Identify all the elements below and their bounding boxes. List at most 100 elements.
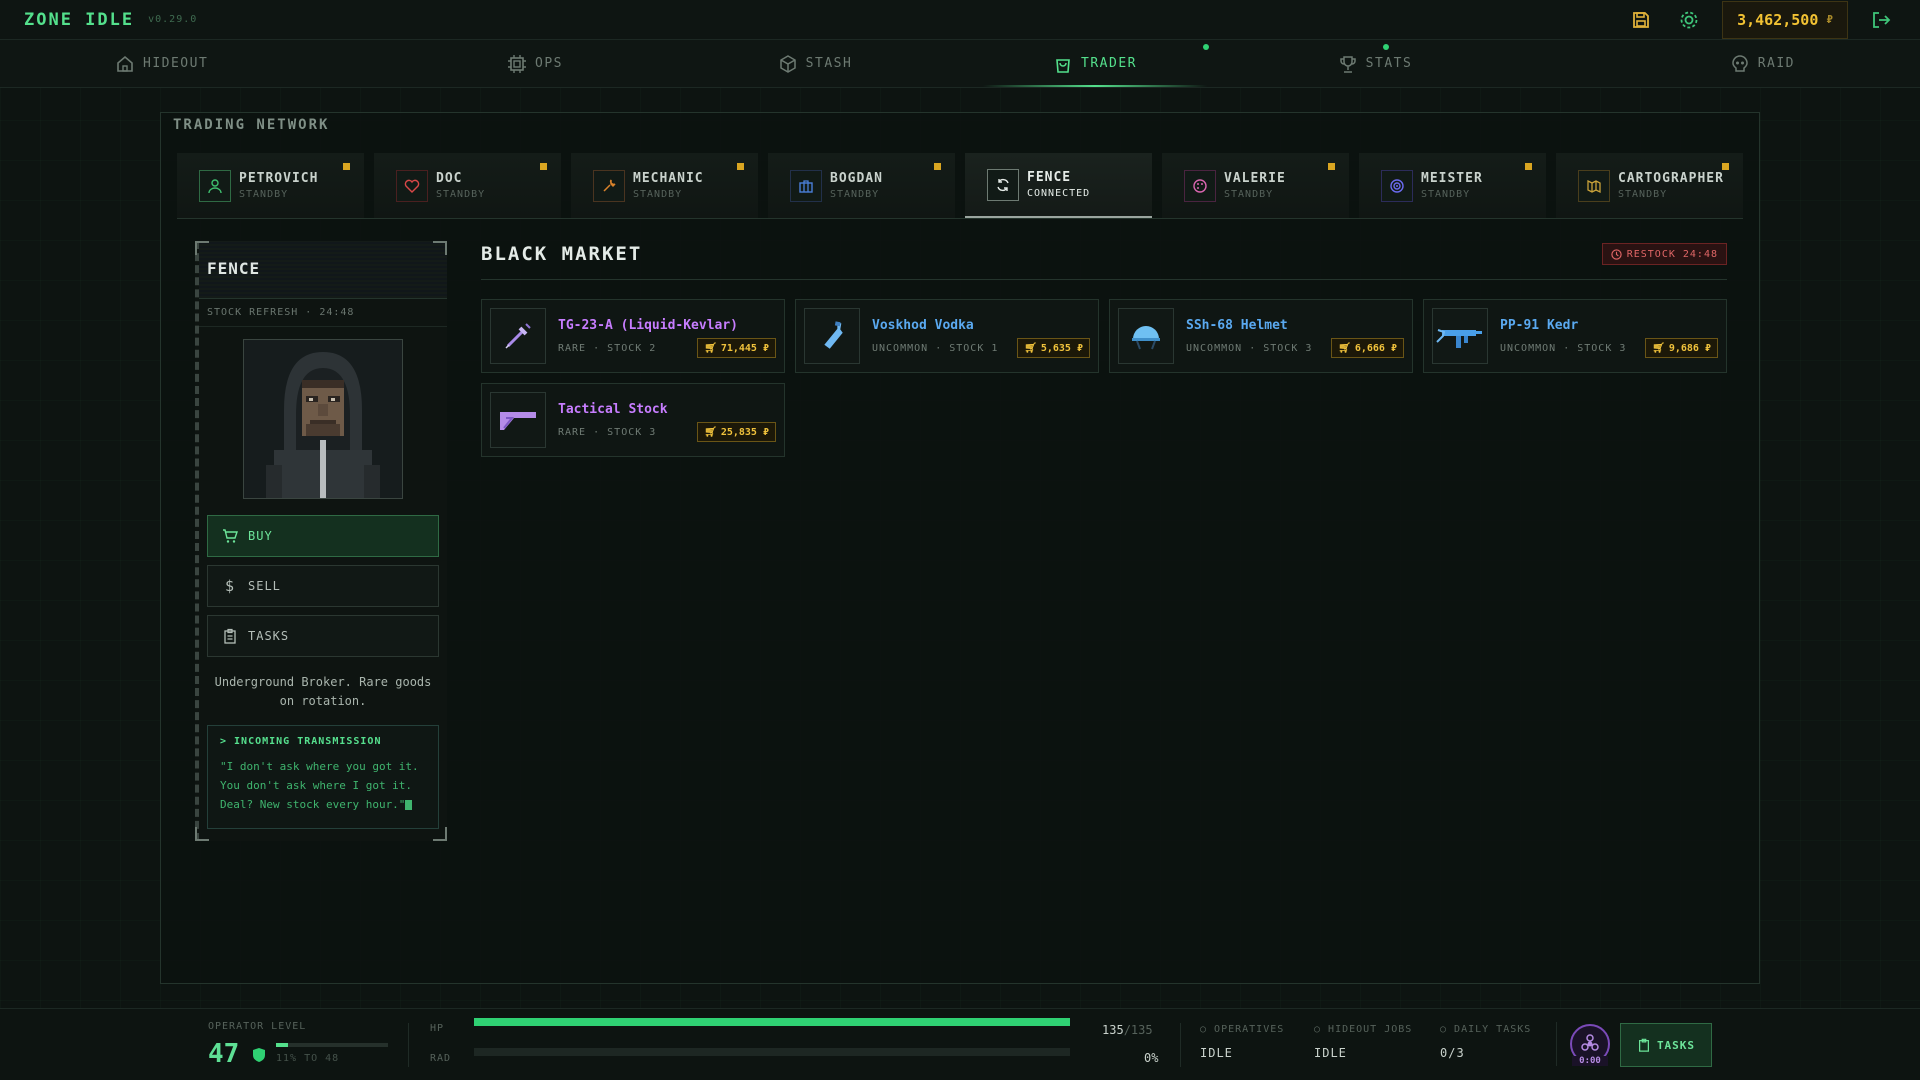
nav-trader[interactable]: TRADER (955, 40, 1235, 87)
trader-tab-mechanic[interactable]: MECHANIC STANDBY (571, 153, 758, 218)
nav-label: OPS (535, 56, 563, 71)
money-amount: 3,462,500 (1737, 10, 1819, 29)
bottle-icon (804, 308, 860, 364)
market-item[interactable]: Voskhod Vodka UNCOMMON · STOCK 1 🛒︎ 5,635… (795, 299, 1099, 373)
briefcase-icon (790, 169, 822, 202)
buy-button[interactable]: BUY (207, 515, 439, 557)
new-stock-badge (737, 163, 744, 170)
trader-profile-name: FENCE (199, 241, 447, 299)
trader-name: CARTOGRAPHER (1618, 171, 1724, 186)
trader-name: FENCE (1027, 170, 1072, 185)
market-item[interactable]: PP-91 Kedr UNCOMMON · STOCK 3 🛒︎ 9,686 ₽ (1423, 299, 1727, 373)
cart-icon: 🛒︎ (1024, 342, 1037, 354)
trader-portrait (243, 339, 403, 499)
item-name: TG-23-A (Liquid-Kevlar) (558, 318, 739, 333)
next-level-text: 11% TO 48 (276, 1053, 340, 1064)
trader-status: STANDBY (1224, 189, 1274, 200)
tasks-tab-button[interactable]: TASKS (207, 615, 439, 657)
timer-value: 0:00 (1572, 1056, 1608, 1066)
item-meta: UNCOMMON · STOCK 3 (1500, 343, 1627, 354)
panel-title: TRADING NETWORK (173, 117, 330, 133)
home-icon (117, 55, 133, 72)
hp-value: 135/135 (1102, 1023, 1153, 1037)
trader-tab-petrovich[interactable]: PETROVICH STANDBY (177, 153, 364, 218)
rad-label: RAD (430, 1053, 452, 1064)
logout-icon[interactable] (1866, 5, 1896, 35)
trader-tab-meister[interactable]: MEISTER STANDBY (1359, 153, 1546, 218)
bag-icon (1056, 58, 1070, 73)
palette-icon (1184, 169, 1216, 202)
nav-stats[interactable]: STATS (1235, 40, 1515, 87)
gear-icon[interactable] (1674, 5, 1704, 35)
transmission-text: "I don't ask where you got it. You don't… (220, 760, 419, 811)
buy-label: BUY (248, 529, 273, 543)
trader-name: VALERIE (1224, 171, 1286, 186)
cart-icon (223, 529, 238, 543)
daily-tasks-label: ○ DAILY TASKS (1440, 1024, 1532, 1035)
operator-level-label: OPERATOR LEVEL (208, 1021, 307, 1032)
trader-tabs: PETROVICH STANDBY DOC STANDBY MECHANIC STAN… (177, 153, 1743, 219)
cart-icon: 🛒︎ (1338, 342, 1351, 354)
operatives-label: ○ OPERATIVES (1200, 1024, 1285, 1035)
operatives-value: IDLE (1200, 1046, 1233, 1060)
refresh-icon (987, 168, 1019, 201)
person-icon (199, 169, 231, 202)
sell-button[interactable]: $ SELL (207, 565, 439, 607)
trader-name: PETROVICH (239, 171, 319, 186)
nav-raid[interactable]: RAID (1515, 40, 1920, 87)
cart-icon: 🛒︎ (704, 426, 717, 438)
trader-status: STANDBY (436, 189, 486, 200)
price-tag[interactable]: 🛒︎ 6,666 ₽ (1331, 338, 1404, 358)
trader-status: STANDBY (633, 189, 683, 200)
trader-tab-valerie[interactable]: VALERIE STANDBY (1162, 153, 1349, 218)
nav-stash[interactable]: STASH (675, 40, 955, 87)
market-item[interactable]: TG-23-A (Liquid-Kevlar) RARE · STOCK 2 🛒… (481, 299, 785, 373)
price-tag[interactable]: 🛒︎ 71,445 ₽ (697, 338, 776, 358)
trader-status: STANDBY (1618, 189, 1668, 200)
trader-name: BOGDAN (830, 171, 883, 186)
price-tag[interactable]: 🛒︎ 9,686 ₽ (1645, 338, 1718, 358)
item-meta: UNCOMMON · STOCK 3 (1186, 343, 1313, 354)
trader-tab-fence[interactable]: FENCE CONNECTED (965, 153, 1152, 218)
market-item[interactable]: SSh-68 Helmet UNCOMMON · STOCK 3 🛒︎ 6,666… (1109, 299, 1413, 373)
tasks-button[interactable]: TASKS (1620, 1023, 1712, 1067)
price-tag[interactable]: 🛒︎ 25,835 ₽ (697, 422, 776, 442)
market-item[interactable]: Tactical Stock RARE · STOCK 3 🛒︎ 25,835 ₽ (481, 383, 785, 457)
item-name: PP-91 Kedr (1500, 318, 1579, 333)
cart-icon: 🛒︎ (704, 342, 717, 354)
save-icon[interactable] (1626, 5, 1656, 35)
operator-level: 47 (208, 1039, 240, 1069)
new-stock-badge (1328, 163, 1335, 170)
item-name: SSh-68 Helmet (1186, 318, 1288, 333)
clipboard-icon (224, 628, 236, 644)
clipboard-icon (1638, 1038, 1649, 1052)
trader-status: STANDBY (1421, 189, 1471, 200)
text-cursor (405, 800, 413, 810)
item-meta: RARE · STOCK 3 (558, 427, 657, 438)
shield-icon (253, 1048, 265, 1062)
incoming-transmission: > INCOMING TRANSMISSION "I don't ask whe… (207, 725, 439, 829)
nav-label: TRADER (1081, 56, 1137, 71)
top-bar: ZONE IDLE v0.29.0 3,462,500 ₽ (0, 0, 1920, 40)
trader-tab-cartographer[interactable]: CARTOGRAPHER STANDBY (1556, 153, 1743, 218)
trader-name: DOC (436, 171, 463, 186)
skull-icon (1731, 54, 1748, 72)
trader-tab-bogdan[interactable]: BOGDAN STANDBY (768, 153, 955, 218)
syringe-icon (490, 308, 546, 364)
wrench-icon (593, 169, 625, 202)
trader-name: MEISTER (1421, 171, 1483, 186)
nav-hideout[interactable]: HIDEOUT (0, 40, 395, 87)
market-items: TG-23-A (Liquid-Kevlar) RARE · STOCK 2 🛒… (481, 299, 1729, 457)
item-meta: UNCOMMON · STOCK 1 (872, 343, 999, 354)
level-progress-bar (276, 1043, 388, 1047)
transmission-title: > INCOMING TRANSMISSION (220, 736, 382, 747)
target-icon (1381, 169, 1413, 202)
price-tag[interactable]: 🛒︎ 5,635 ₽ (1017, 338, 1090, 358)
trader-status: STANDBY (830, 189, 880, 200)
cart-icon: 🛒︎ (1652, 342, 1665, 354)
nav-ops[interactable]: OPS (395, 40, 675, 87)
money-display: 3,462,500 ₽ (1722, 0, 1848, 39)
daily-tasks-value: 0/3 (1440, 1046, 1465, 1060)
trader-tab-doc[interactable]: DOC STANDBY (374, 153, 561, 218)
clock-icon (1611, 248, 1622, 260)
